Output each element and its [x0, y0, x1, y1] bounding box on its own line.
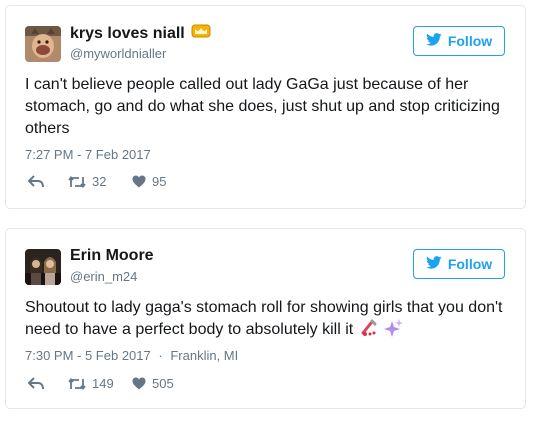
nail-polish-icon: [361, 319, 379, 344]
follow-button[interactable]: Follow: [413, 249, 505, 279]
tweet-text: I can't believe people called out lady G…: [25, 76, 500, 137]
follow-button[interactable]: Follow: [413, 26, 505, 56]
display-name[interactable]: krys loves niall: [70, 24, 211, 43]
user-handle[interactable]: @myworldnialler: [70, 46, 166, 61]
avatar[interactable]: [25, 26, 61, 62]
tweet-card: Erin Moore @erin_m24 Follow Shoutout to …: [5, 228, 526, 409]
tweet-text: Shoutout to lady gaga's stomach roll for…: [25, 297, 509, 344]
retweet-count: 149: [92, 376, 114, 391]
like-count: 505: [152, 376, 174, 391]
retweet-button[interactable]: 32: [68, 174, 132, 189]
retweet-icon: [68, 377, 86, 390]
reply-icon: [28, 376, 44, 389]
tweet-actions: 32 95: [28, 174, 166, 189]
heart-icon: [132, 175, 146, 188]
tweet-timestamp[interactable]: 7:30 PM - 5 Feb 2017 · Franklin, MI: [25, 348, 238, 363]
user-handle[interactable]: @erin_m24: [70, 269, 137, 284]
reply-icon: [28, 174, 44, 187]
twitter-bird-icon: [425, 256, 442, 272]
tweet-card: krys loves niall @myworldnialler Follow …: [5, 5, 526, 209]
retweet-button[interactable]: 149: [68, 376, 132, 391]
like-button[interactable]: 95: [132, 174, 166, 189]
retweet-count: 32: [92, 174, 107, 189]
retweet-icon: [68, 175, 86, 188]
sparkles-icon: [383, 319, 404, 344]
heart-icon: [132, 377, 146, 390]
tweet-actions: 149 505: [28, 376, 174, 391]
crown-icon: [191, 24, 211, 43]
like-button[interactable]: 505: [132, 376, 174, 391]
like-count: 95: [152, 174, 167, 189]
reply-button[interactable]: [28, 376, 68, 391]
tweet-timestamp[interactable]: 7:27 PM - 7 Feb 2017: [25, 147, 151, 162]
avatar[interactable]: [25, 249, 61, 285]
reply-button[interactable]: [28, 174, 68, 189]
twitter-bird-icon: [425, 33, 442, 49]
display-name[interactable]: Erin Moore: [70, 247, 154, 265]
tweet-location[interactable]: Franklin, MI: [170, 348, 238, 363]
